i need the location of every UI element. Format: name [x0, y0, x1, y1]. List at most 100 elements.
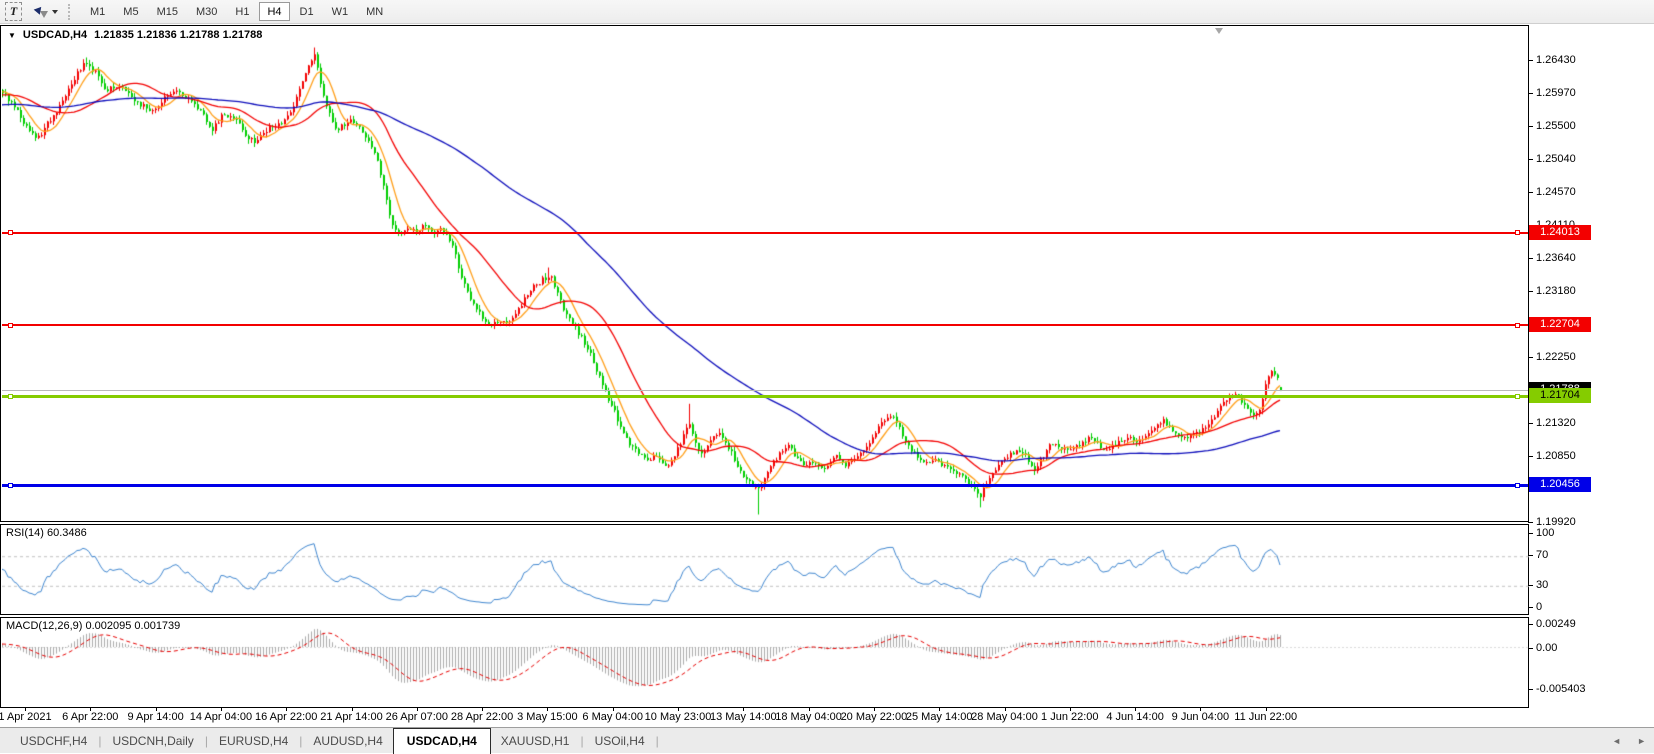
macd-axis-label: -0.005403	[1536, 683, 1586, 695]
timeframe-button-w1[interactable]: W1	[324, 2, 357, 21]
chart-symbol-period: USDCAD,H4	[23, 29, 87, 41]
macd-axis-tick	[1528, 624, 1533, 625]
price-axis-label: 1.22250	[1536, 351, 1576, 363]
line-anchor-handle[interactable]	[8, 323, 13, 328]
time-axis-tick	[547, 708, 548, 711]
price-chart-pane[interactable]: ▼ USDCAD,H4 1.21835 1.21836 1.21788 1.21…	[0, 25, 1529, 522]
chevron-down-icon	[52, 10, 58, 14]
time-axis-tick	[874, 708, 875, 711]
current-price-line	[2, 390, 1528, 391]
price-axis-tick	[1528, 291, 1533, 292]
line-anchor-handle[interactable]	[1515, 323, 1520, 328]
arrows-tool-button[interactable]	[30, 2, 60, 21]
price-axis-label: 1.24570	[1536, 186, 1576, 198]
time-axis-tick	[743, 708, 744, 711]
tab-xauusd-h1[interactable]: XAUUSD,H1	[491, 729, 580, 753]
rsi-axis-tick	[1528, 585, 1533, 586]
rsi-axis-label: 0	[1536, 601, 1542, 613]
tab-usdcad-h4[interactable]: USDCAD,H4	[393, 728, 491, 754]
time-axis-label: 20 May 22:00	[841, 711, 908, 723]
time-axis-tick	[1070, 708, 1071, 711]
chart-ohlc-values: 1.21835 1.21836 1.21788 1.21788	[94, 29, 262, 41]
time-axis-label: 9 Jun 04:00	[1172, 711, 1230, 723]
time-axis-label: 11 Jun 22:00	[1234, 711, 1297, 723]
macd-axis-tick	[1528, 648, 1533, 649]
price-axis-tick	[1528, 159, 1533, 160]
time-axis-label: 4 Jun 14:00	[1106, 711, 1164, 723]
timeframe-button-d1[interactable]: D1	[292, 2, 322, 21]
chart-tab-strip: USDCHF,H4|USDCNH,Daily|EURUSD,H4|AUDUSD,…	[0, 727, 1654, 753]
tab-usdchf-h4[interactable]: USDCHF,H4	[10, 729, 97, 753]
line-anchor-handle[interactable]	[1515, 483, 1520, 488]
time-axis-label: 25 May 14:00	[906, 711, 973, 723]
line-anchor-handle[interactable]	[1515, 230, 1520, 235]
price-axis-tick	[1528, 258, 1533, 259]
line-anchor-handle[interactable]	[8, 394, 13, 399]
rsi-label: RSI(14) 60.3486	[6, 527, 87, 539]
price-chart-canvas[interactable]	[2, 27, 1529, 522]
line-anchor-handle[interactable]	[8, 230, 13, 235]
tab-audusd-h4[interactable]: AUDUSD,H4	[303, 729, 392, 753]
price-axis-label: 1.21320	[1536, 417, 1576, 429]
time-axis-label: 6 May 04:00	[582, 711, 643, 723]
chart-shift-marker[interactable]	[1215, 28, 1223, 34]
time-axis-label: 9 Apr 14:00	[127, 711, 183, 723]
time-axis-label: 28 May 04:00	[971, 711, 1038, 723]
timeframe-button-m15[interactable]: M15	[149, 2, 186, 21]
price-tag-1-22704: 1.22704	[1529, 317, 1591, 332]
text-tool-button[interactable]: T	[5, 2, 22, 21]
timeframe-button-mn[interactable]: MN	[358, 2, 391, 21]
time-axis-tick	[90, 708, 91, 711]
timeframe-button-m5[interactable]: M5	[115, 2, 146, 21]
horizontal-line-1-22704[interactable]	[2, 324, 1528, 326]
time-axis-label: 10 May 23:00	[645, 711, 712, 723]
tab-eurusd-h4[interactable]: EURUSD,H4	[209, 729, 298, 753]
rsi-axis-tick	[1528, 607, 1533, 608]
time-axis-label: 28 Apr 22:00	[451, 711, 513, 723]
rsi-axis-label: 30	[1536, 579, 1548, 591]
time-axis-label: 6 Apr 22:00	[62, 711, 118, 723]
tab-scroll-left-icon[interactable]: ◄	[1612, 736, 1621, 746]
price-axis-label: 1.25040	[1536, 153, 1576, 165]
time-axis-tick	[286, 708, 287, 711]
price-axis-label: 1.23640	[1536, 252, 1576, 264]
rsi-indicator-pane[interactable]: RSI(14) 60.3486	[0, 524, 1529, 615]
macd-indicator-pane[interactable]: MACD(12,26,9) 0.002095 0.001739	[0, 617, 1529, 708]
time-axis-tick	[417, 708, 418, 711]
time-axis-tick	[25, 708, 26, 711]
macd-canvas[interactable]	[2, 619, 1529, 708]
arrow-down-icon	[40, 11, 48, 18]
collapse-triangle-icon[interactable]: ▼	[8, 31, 16, 40]
timeframe-button-m30[interactable]: M30	[188, 2, 225, 21]
macd-axis-label: 0.00	[1536, 642, 1557, 654]
price-axis-label: 1.20850	[1536, 450, 1576, 462]
horizontal-line-1-20456[interactable]	[2, 484, 1528, 487]
tab-usoil-h4[interactable]: USOil,H4	[585, 729, 655, 753]
macd-axis-label: 0.00249	[1536, 618, 1576, 630]
mt4-chart-window: { "toolbar": { "text_tool_label": "T", "…	[0, 0, 1654, 753]
timeframe-button-h4[interactable]: H4	[259, 2, 289, 21]
time-axis-tick	[613, 708, 614, 711]
tab-usdcnh-daily[interactable]: USDCNH,Daily	[102, 729, 203, 753]
time-axis-tick	[1005, 708, 1006, 711]
timeframe-button-m1[interactable]: M1	[82, 2, 113, 21]
time-axis-tick	[1200, 708, 1201, 711]
price-tag-1-24013: 1.24013	[1529, 225, 1591, 240]
line-anchor-handle[interactable]	[1515, 394, 1520, 399]
timeframe-button-group: M1M5M15M30H1H4D1W1MN	[81, 2, 392, 22]
tab-scroll-right-icon[interactable]: ►	[1637, 736, 1646, 746]
time-axis-label: 1 Apr 2021	[0, 711, 52, 723]
price-axis-tick	[1528, 93, 1533, 94]
price-axis-label: 1.25970	[1536, 87, 1576, 99]
tab-separator: |	[655, 734, 660, 748]
rsi-canvas[interactable]	[2, 526, 1529, 615]
chart-tabs: USDCHF,H4|USDCNH,Daily|EURUSD,H4|AUDUSD,…	[10, 727, 660, 754]
timeframe-button-h1[interactable]: H1	[227, 2, 257, 21]
horizontal-line-1-24013[interactable]	[2, 232, 1528, 234]
time-axis-tick	[352, 708, 353, 711]
horizontal-line-1-21704[interactable]	[2, 395, 1528, 398]
line-anchor-handle[interactable]	[8, 483, 13, 488]
price-axis-label: 1.23180	[1536, 285, 1576, 297]
price-tag-1-20456: 1.20456	[1529, 477, 1591, 492]
time-axis-label: 14 Apr 04:00	[190, 711, 252, 723]
